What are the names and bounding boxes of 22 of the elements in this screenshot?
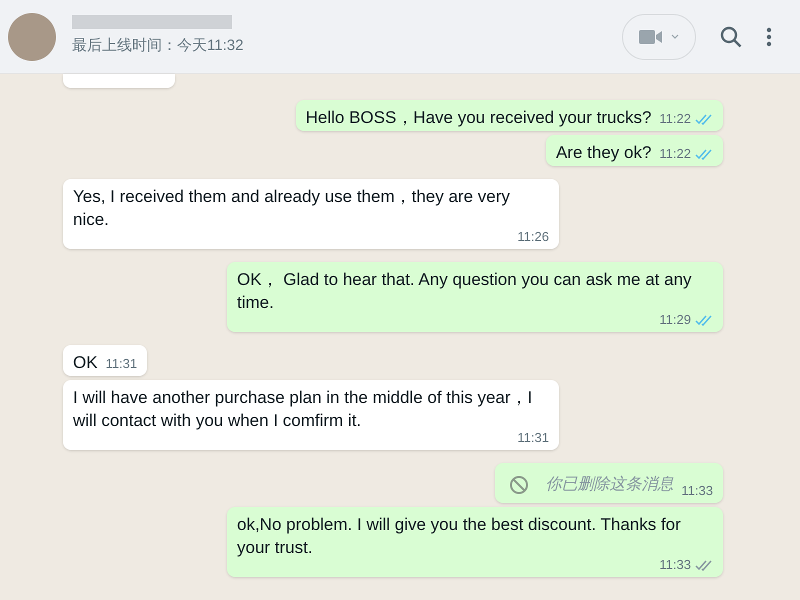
message-time: 11:33	[659, 558, 691, 572]
search-icon[interactable]	[720, 26, 742, 48]
message-text: Are they ok?	[556, 142, 652, 164]
video-camera-icon	[639, 28, 663, 44]
message-time: 11:31	[106, 357, 138, 371]
prohibited-icon	[509, 475, 530, 495]
message-text: ok,No problem. I will give you the best discount. Thanks for your trust.	[237, 514, 682, 559]
deleted-message-text: 你已删除这条消息	[545, 474, 674, 495]
message-time: 11:22	[659, 112, 691, 126]
message-text: I will have another purchase plan in the middle of this year，I will contact with you when I comfirm it.	[73, 387, 534, 432]
chevron-down-icon	[671, 34, 679, 39]
message-text: OK	[73, 352, 98, 374]
message-time: 11:31	[517, 431, 549, 445]
message-time: 11:22	[659, 147, 691, 161]
message-time: 11:29	[659, 313, 691, 327]
last-seen-status: 最后上线时间：今天11:32	[72, 36, 244, 56]
message-text: Hello BOSS，Have you received your trucks?	[306, 107, 652, 129]
message-time: 11:33	[681, 484, 713, 498]
menu-icon[interactable]	[766, 26, 772, 46]
message-text: Yes, I received them and already use them，they are very nice.	[73, 186, 511, 231]
message-time: 11:26	[517, 230, 549, 244]
message-text: OK， Glad to hear that. Any question you can ask me at any time.	[237, 269, 693, 314]
